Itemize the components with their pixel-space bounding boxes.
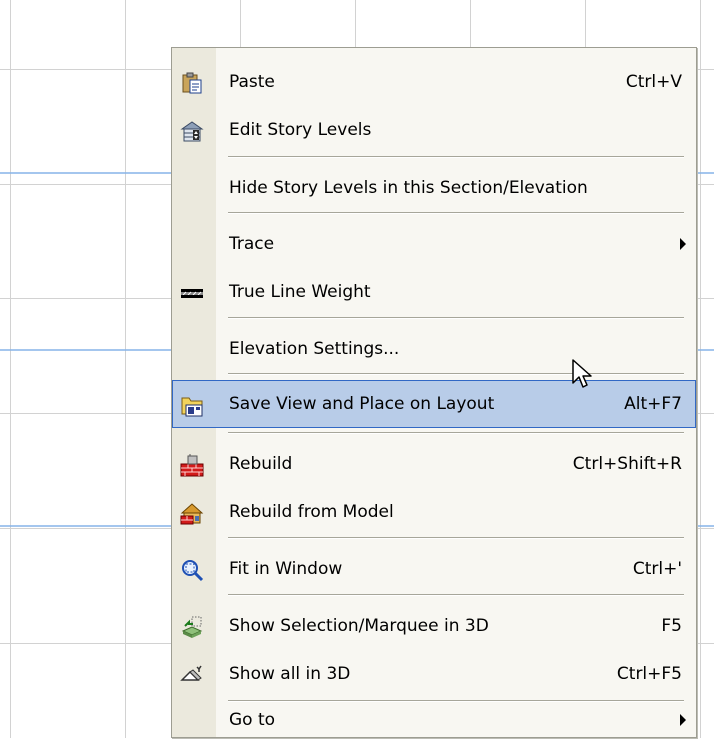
save-view-layout-icon	[180, 393, 206, 419]
menu-item-label: Hide Story Levels in this Section/Elevat…	[229, 178, 588, 198]
menu-item-elevation-settings[interactable]: Elevation Settings...	[172, 325, 696, 373]
menu-item-go-to[interactable]: Go to	[172, 685, 696, 735]
menu-item-hide-story-levels[interactable]: Hide Story Levels in this Section/Elevat…	[172, 164, 696, 212]
menu-item-trace[interactable]: Trace	[172, 220, 696, 268]
fit-in-window-icon	[179, 557, 205, 583]
menu-item-paste[interactable]: Paste Ctrl+V	[172, 58, 696, 106]
paste-icon	[179, 70, 205, 96]
menu-item-label: Elevation Settings...	[229, 339, 400, 359]
menu-separator	[228, 156, 684, 158]
menu-item-shortcut: Ctrl+Shift+R	[572, 454, 682, 474]
menu-separator	[228, 594, 684, 596]
rebuild-from-model-icon	[179, 500, 205, 526]
rebuild-icon	[179, 452, 205, 478]
menu-item-label: Rebuild from Model	[229, 502, 394, 522]
mouse-pointer-icon	[572, 359, 592, 388]
menu-item-save-view-place-on-layout[interactable]: Save View and Place on Layout Alt+F7	[172, 380, 696, 428]
menu-item-shortcut: Ctrl+'	[632, 559, 682, 579]
menu-item-label: Save View and Place on Layout	[229, 394, 495, 414]
submenu-arrow-icon	[680, 714, 686, 726]
menu-item-show-selection-3d[interactable]: Show Selection/Marquee in 3D F5	[172, 602, 696, 650]
menu-item-label: Rebuild	[229, 454, 293, 474]
menu-item-shortcut: Ctrl+V	[625, 72, 682, 92]
menu-separator	[228, 317, 684, 319]
menu-item-label: Edit Story Levels	[229, 120, 372, 140]
menu-separator	[228, 537, 684, 539]
menu-item-shortcut: Alt+F7	[624, 394, 682, 414]
menu-item-shortcut: F5	[661, 616, 682, 636]
menu-item-label: Trace	[229, 234, 275, 254]
menu-item-label: Fit in Window	[229, 559, 343, 579]
elevation-canvas[interactable]: Paste Ctrl+V Edit Story Levels Hide Stor…	[0, 0, 714, 738]
menu-item-label: Show Selection/Marquee in 3D	[229, 616, 489, 636]
menu-item-fit-in-window[interactable]: Fit in Window Ctrl+'	[172, 545, 696, 593]
menu-item-edit-story-levels[interactable]: Edit Story Levels	[172, 106, 696, 154]
menu-item-label: True Line Weight	[229, 282, 371, 302]
menu-item-label: Paste	[229, 72, 275, 92]
menu-separator	[228, 432, 684, 434]
menu-item-label: Go to	[229, 710, 276, 730]
menu-item-rebuild-from-model[interactable]: Rebuild from Model	[172, 488, 696, 536]
menu-separator	[228, 373, 684, 375]
true-line-weight-icon	[179, 280, 205, 306]
show-selection-3d-icon	[179, 614, 205, 640]
context-menu: Paste Ctrl+V Edit Story Levels Hide Stor…	[171, 47, 697, 738]
menu-separator	[228, 212, 684, 214]
submenu-arrow-icon	[680, 238, 686, 250]
menu-item-true-line-weight[interactable]: True Line Weight	[172, 268, 696, 316]
story-levels-icon	[179, 118, 205, 144]
menu-item-rebuild[interactable]: Rebuild Ctrl+Shift+R	[172, 440, 696, 488]
